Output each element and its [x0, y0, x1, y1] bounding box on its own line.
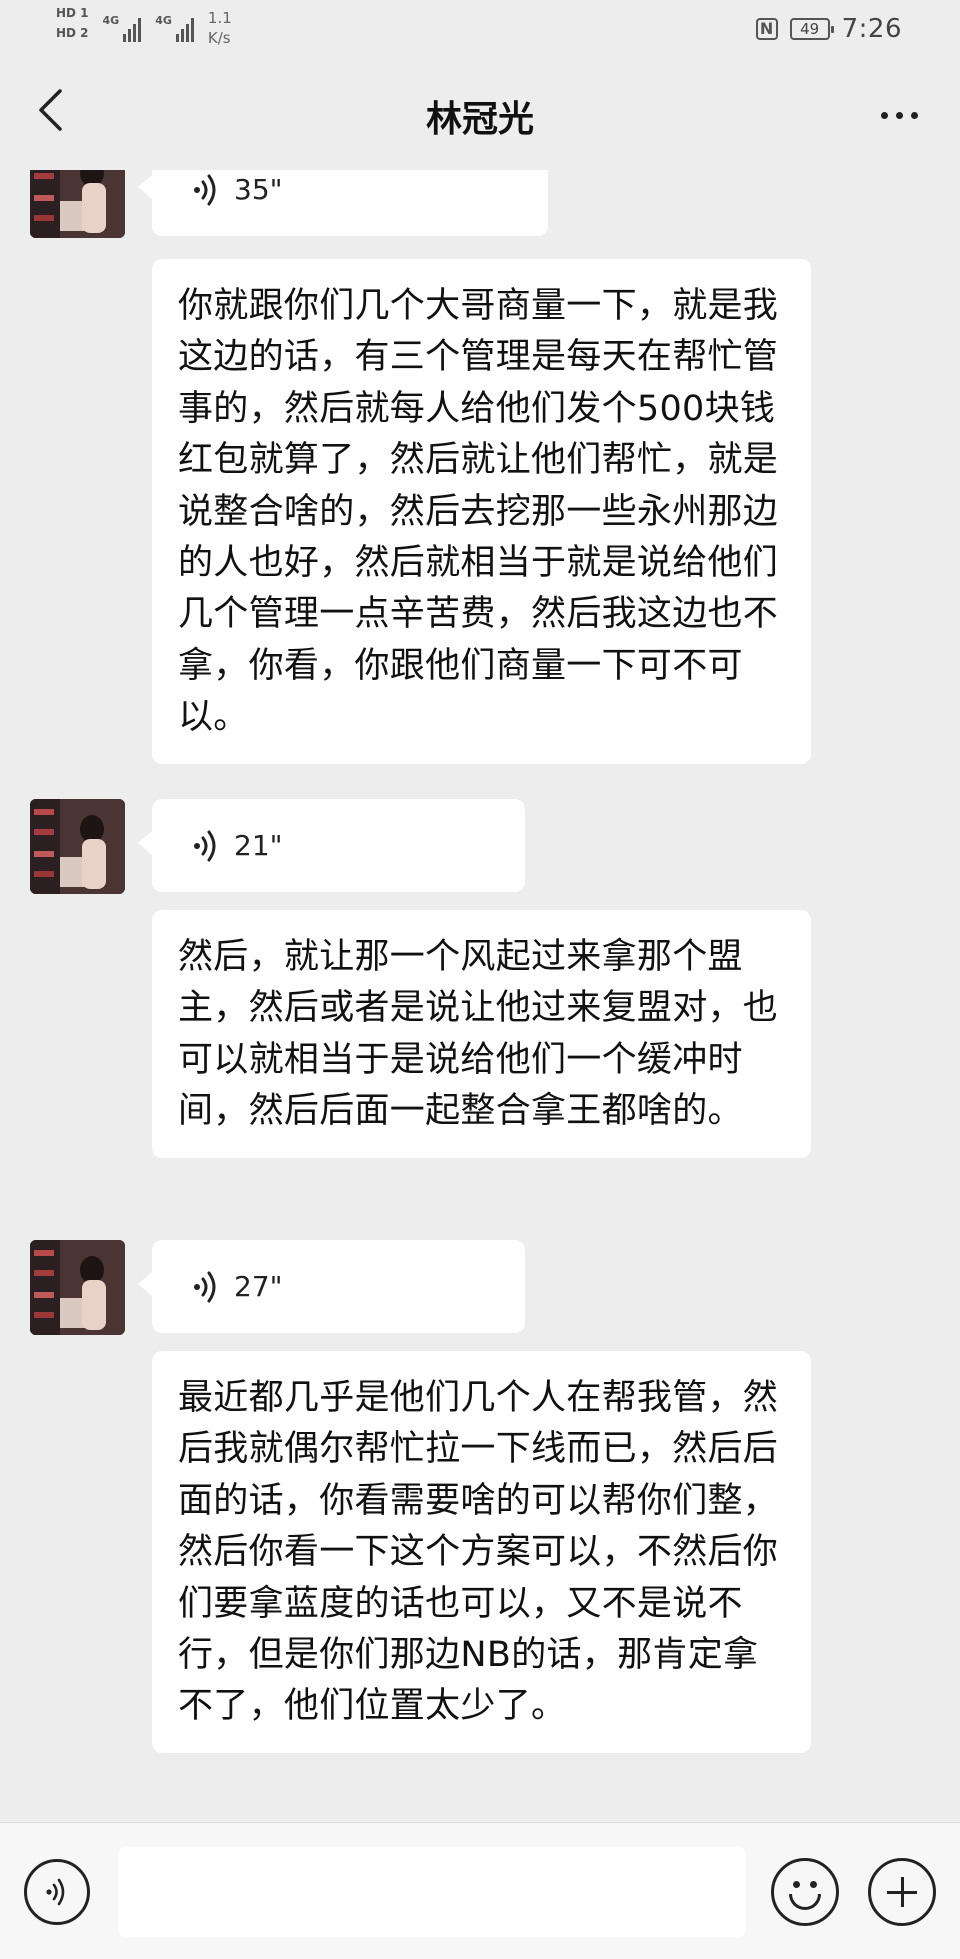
sim1-badge: HD 1 — [56, 6, 89, 20]
status-left: HD 1 HD 2 4G 4G 1.1 K/s — [56, 6, 232, 48]
voice-duration: 35" — [234, 173, 283, 206]
voice-message-bubble[interactable]: 35" — [138, 170, 548, 236]
voice-mode-icon — [46, 1878, 65, 1906]
network-speed-value: 1.1 — [207, 9, 232, 27]
voice-wave-icon — [194, 174, 216, 205]
more-button[interactable] — [874, 90, 924, 140]
message-list[interactable]: 35" 你就跟你们几个大哥商量一下，就是我这边的话，有三个管理是每天在帮忙管事的… — [0, 170, 960, 1822]
battery-level: 49 — [800, 20, 820, 38]
voice-message-bubble[interactable]: 21" — [138, 799, 525, 892]
emoji-smile-icon — [793, 1881, 800, 1888]
network-speed-unit: K/s — [207, 29, 231, 47]
text-message-bubble[interactable]: 然后，就让那一个风起过来拿那个盟主，然后或者是说让他过来复盟对，也可以就相当于是… — [152, 910, 811, 1158]
contact-avatar[interactable] — [30, 799, 125, 894]
contact-avatar[interactable] — [30, 170, 125, 238]
sim2-badge: HD 2 — [56, 26, 89, 40]
status-right: N 49 7:26 — [755, 14, 902, 44]
text-message-bubble[interactable]: 最近都几乎是他们几个人在帮我管，然后我就偶尔帮忙拉一下线而已，然后后面的话，你看… — [152, 1351, 811, 1753]
avatar-image — [30, 799, 125, 894]
more-horizontal-icon — [880, 111, 888, 119]
voice-duration: 27" — [234, 1270, 283, 1303]
text-message-bubble[interactable]: 你就跟你们几个大哥商量一下，就是我这边的话，有三个管理是每天在帮忙管事的，然后就… — [152, 259, 811, 764]
sim-indicators: HD 1 HD 2 — [56, 6, 89, 40]
voice-message-bubble[interactable]: 27" — [138, 1240, 525, 1333]
signal-1-icon: 4G — [103, 14, 142, 42]
message-input[interactable] — [118, 1847, 746, 1937]
avatar-image — [30, 170, 125, 238]
nfc-icon: N — [755, 18, 778, 40]
status-time: 7:26 — [841, 14, 902, 44]
emoji-button[interactable] — [771, 1858, 839, 1926]
voice-wave-icon — [194, 1271, 216, 1302]
network-speed: 1.1 K/s — [208, 8, 232, 48]
chat-title: 林冠光 — [425, 99, 534, 140]
status-bar: HD 1 HD 2 4G 4G 1.1 K/s N 49 7:26 — [0, 0, 960, 60]
avatar-image — [30, 1240, 125, 1335]
contact-avatar[interactable] — [30, 1240, 125, 1335]
plus-circle-icon[interactable] — [868, 1858, 936, 1926]
voice-wave-icon — [194, 830, 216, 861]
battery-icon: 49 — [789, 18, 834, 40]
chat-header: 林冠光 — [0, 60, 960, 170]
voice-mode-button[interactable] — [24, 1859, 90, 1925]
voice-duration: 21" — [234, 829, 283, 862]
input-bar — [0, 1822, 960, 1959]
signal-2-icon: 4G — [155, 14, 194, 42]
